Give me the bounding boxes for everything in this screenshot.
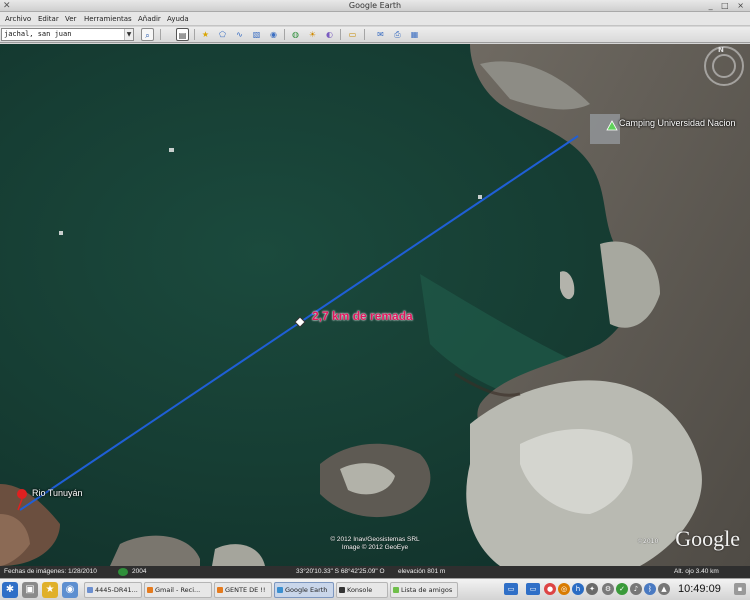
google-logo: Google [675, 526, 740, 551]
ruler-icon[interactable]: ▭ [346, 28, 359, 41]
elevation-readout: elevación 801 m [398, 568, 446, 575]
firefox-icon [217, 587, 223, 593]
map-view[interactable]: N Camping Universidad Nacion Rio Tunuyán… [0, 44, 750, 566]
look-joystick[interactable] [712, 54, 736, 78]
taskbar: ✱ ▣ ★ ◉ 4445-DR41... Gmail - Reci... GEN… [0, 578, 750, 600]
imagery-date: Fechas de imágenes: 1/28/2010 [4, 568, 97, 575]
menu-ver[interactable]: Ver [65, 12, 76, 26]
search-dropdown-icon[interactable]: ▼ [124, 29, 133, 40]
chrome-icon[interactable]: ◎ [558, 583, 570, 595]
toolbar-separator [340, 29, 341, 40]
chat-icon [393, 587, 399, 593]
network-icon[interactable]: ⚙ [602, 583, 614, 595]
cursor-coordinates: 33°20'10.33" S 68°42'25.09" O [296, 568, 385, 575]
record-icon[interactable]: ● [544, 583, 556, 595]
menu-archivo[interactable]: Archivo [5, 12, 31, 26]
polygon-icon[interactable]: ⬠ [216, 28, 229, 41]
window-title: Google Earth [348, 1, 402, 10]
volume-icon[interactable]: ♪ [630, 583, 642, 595]
google-earth-icon [277, 587, 283, 593]
toolbar-separator [284, 29, 285, 40]
task-label: Konsole [347, 586, 373, 594]
copyright-year: ©2010 [637, 538, 659, 545]
document-icon [87, 587, 93, 593]
menu-anadir[interactable]: Añadir [138, 12, 161, 26]
menu-ayuda[interactable]: Ayuda [167, 12, 189, 26]
print-icon[interactable]: ⎙ [391, 28, 404, 41]
task-item[interactable]: GENTE DE !! [214, 582, 272, 598]
show-desktop-icon[interactable]: ▪ [734, 583, 746, 595]
eye-altitude: Alt. ojo 3.40 km [674, 568, 719, 575]
menu-editar[interactable]: Editar [38, 12, 59, 26]
search-icon[interactable]: ⌕ [141, 28, 154, 41]
menu-bar: Archivo Editar Ver Herramientas Añadir A… [0, 12, 750, 26]
task-item-active[interactable]: Google Earth [274, 582, 334, 598]
earth-icon[interactable]: ◍ [289, 28, 302, 41]
path-icon[interactable]: ∿ [233, 28, 246, 41]
planet-icon[interactable]: ◐ [323, 28, 336, 41]
tools-icon[interactable]: ✦ [586, 583, 598, 595]
google-earth-window: ✕ Google Earth _ □ × Archivo Editar Ver … [0, 0, 750, 600]
task-label: GENTE DE !! [225, 586, 266, 594]
compass-north-icon[interactable]: N [718, 46, 724, 54]
sidebar-toggle-icon[interactable]: ▤ [176, 28, 189, 41]
clock[interactable]: 10:49:09 [678, 581, 721, 597]
tour-icon[interactable]: ◉ [267, 28, 280, 41]
image-overlay-icon[interactable]: ▧ [250, 28, 263, 41]
task-label: Lista de amigos [401, 586, 453, 594]
window-controls[interactable]: _ □ × [709, 0, 747, 12]
placemark-rio-label[interactable]: Rio Tunuyán [32, 488, 83, 498]
task-item[interactable]: Konsole [336, 582, 388, 598]
task-item[interactable]: 4445-DR41... [84, 582, 142, 598]
pager-icon[interactable]: ▭ [504, 583, 518, 595]
bluetooth-icon[interactable]: ᛒ [644, 583, 656, 595]
toolbar-separator [364, 29, 365, 40]
hp-icon[interactable]: h [572, 583, 584, 595]
measurement-label: 2,7 km de remada [312, 309, 413, 323]
task-label: Gmail - Reci... [155, 586, 201, 594]
task-item[interactable]: Lista de amigos [390, 582, 458, 598]
maps-icon[interactable]: ▦ [408, 28, 421, 41]
system-tray-icon[interactable]: ▲ [658, 583, 670, 595]
email-icon[interactable]: ✉ [374, 28, 387, 41]
sun-icon[interactable]: ☀ [306, 28, 319, 41]
favorites-star-icon[interactable]: ★ [42, 582, 58, 598]
search-box: ▼ [1, 28, 134, 41]
search-input[interactable] [4, 29, 122, 40]
task-item[interactable]: Gmail - Reci... [144, 582, 212, 598]
placemark-camping-label[interactable]: Camping Universidad Nacion [619, 118, 736, 128]
task-label: 4445-DR41... [95, 586, 138, 594]
toolbar-separator [194, 29, 195, 40]
placemark-icon[interactable]: ★ [199, 28, 212, 41]
task-label: Google Earth [285, 586, 328, 594]
update-icon[interactable]: ✓ [616, 583, 628, 595]
toolbar-separator [160, 29, 161, 40]
kde-menu-icon[interactable]: ✱ [2, 582, 18, 598]
dolphin-icon[interactable]: ▣ [22, 582, 38, 598]
copyright-line-2: Image © 2012 GeoEye [341, 544, 409, 551]
toolbar: ▼ ⌕ ▤ ★ ⬠ ∿ ▧ ◉ ◍ ☀ ◐ ▭ ✉ ⎙ ▦ [0, 27, 750, 43]
browser-icon[interactable]: ◉ [62, 582, 78, 598]
firefox-icon [147, 587, 153, 593]
timeline-icon[interactable] [118, 568, 128, 576]
status-bar: Fechas de imágenes: 1/28/2010 2004 33°20… [0, 566, 750, 578]
imagery-year: 2004 [132, 568, 147, 575]
title-bar: ✕ Google Earth _ □ × [0, 0, 750, 12]
konsole-icon [339, 587, 345, 593]
pager-icon[interactable]: ▭ [526, 583, 540, 595]
menu-herramientas[interactable]: Herramientas [84, 12, 132, 26]
